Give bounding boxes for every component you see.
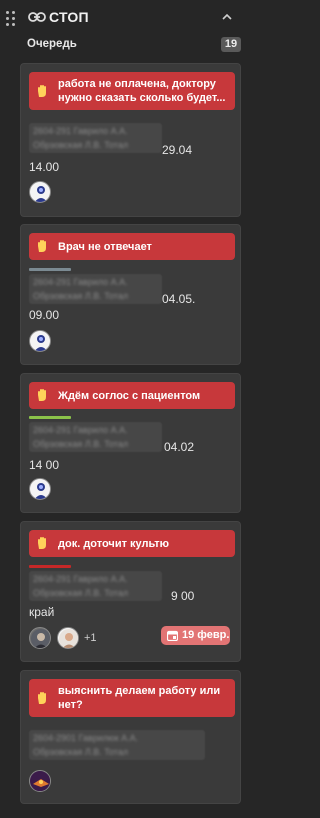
progress-bar xyxy=(29,565,71,568)
stop-hand-icon xyxy=(38,692,46,704)
blurred-order-info: 2604-291 Гаврило А.А. Обрзовская Л.В. Тот… xyxy=(29,123,162,153)
assignee-avatar[interactable] xyxy=(29,330,51,352)
task-time-line2: край xyxy=(29,605,55,619)
task-title: Ждём соглос с пациентом xyxy=(58,390,201,402)
due-date-text: 19 февр. xyxy=(182,629,230,641)
progress-bar xyxy=(29,416,71,419)
queue-label: Очередь xyxy=(27,38,77,50)
drag-handle-icon[interactable] xyxy=(6,11,16,27)
task-time: 04.02 xyxy=(164,440,195,454)
progress-bar xyxy=(29,268,71,271)
calendar-icon xyxy=(167,630,178,641)
stop-hand-icon xyxy=(38,85,46,97)
task-time: 29.04 xyxy=(162,143,193,157)
column-header: СТОП xyxy=(0,0,266,36)
column-title: СТОП xyxy=(49,9,89,25)
task-title: выяснить делаем работу или нет? xyxy=(58,685,221,711)
task-banner: док. доточит культю xyxy=(29,530,235,557)
stop-hand-icon xyxy=(38,240,46,252)
blurred-order-info: 2604-291 Гаврило А.А. Обрзовская Л.В. Тот… xyxy=(29,274,162,304)
stop-hand-icon xyxy=(38,537,46,549)
task-card[interactable]: Ждём соглос с пациентом 2604-291 Гаврило… xyxy=(20,373,241,513)
assignee-avatar[interactable] xyxy=(29,181,51,203)
chevron-up-icon[interactable] xyxy=(221,12,233,22)
task-banner: Врач не отвечает xyxy=(29,233,235,260)
task-time: 9 00 xyxy=(171,589,195,603)
task-card[interactable]: работа не оплачена, доктору нужно сказат… xyxy=(20,63,241,217)
task-card[interactable]: док. доточит культю 2604-291 Гаврило А.А… xyxy=(20,521,241,662)
assignee-avatar[interactable] xyxy=(29,478,51,500)
task-time: 04.05. xyxy=(162,292,196,306)
extra-assignees-count[interactable]: +1 xyxy=(84,632,97,644)
task-banner: работа не оплачена, доктору нужно сказат… xyxy=(29,72,235,110)
blurred-order-info: 2604-291 Гаврило А.А. Обрзовская Л.В. Тот… xyxy=(29,571,162,601)
task-title: док. доточит культю xyxy=(58,538,170,550)
link-icon xyxy=(28,12,46,22)
task-banner: Ждём соглос с пациентом xyxy=(29,382,235,409)
assignee-avatar[interactable] xyxy=(57,627,79,649)
task-title: Врач не отвечает xyxy=(58,241,152,253)
queue-count-badge: 19 xyxy=(221,37,241,52)
assignee-avatar[interactable] xyxy=(29,627,51,649)
task-card[interactable]: Врач не отвечает 2604-291 Гаврило А.А. Об… xyxy=(20,224,241,365)
task-banner: выяснить делаем работу или нет? xyxy=(29,679,235,717)
blurred-order-info: 2604-291 Гаврило А.А. Обрзовская Л.В. Тот… xyxy=(29,422,162,452)
task-time-line2: 14.00 xyxy=(29,160,60,174)
stop-hand-icon xyxy=(38,389,46,401)
task-title: работа не оплачена, доктору нужно сказат… xyxy=(58,78,226,104)
task-card[interactable]: выяснить делаем работу или нет? 2604-290… xyxy=(20,670,241,804)
task-time-line2: 09.00 xyxy=(29,308,60,322)
due-date-badge[interactable]: 19 февр. xyxy=(161,626,230,645)
task-time-line2: 14 00 xyxy=(29,458,60,472)
blurred-order-info: 2604-2901 Гаврилюк А.А. Обрзовская Л.В. Т… xyxy=(29,730,205,760)
assignee-avatar[interactable] xyxy=(29,770,51,792)
